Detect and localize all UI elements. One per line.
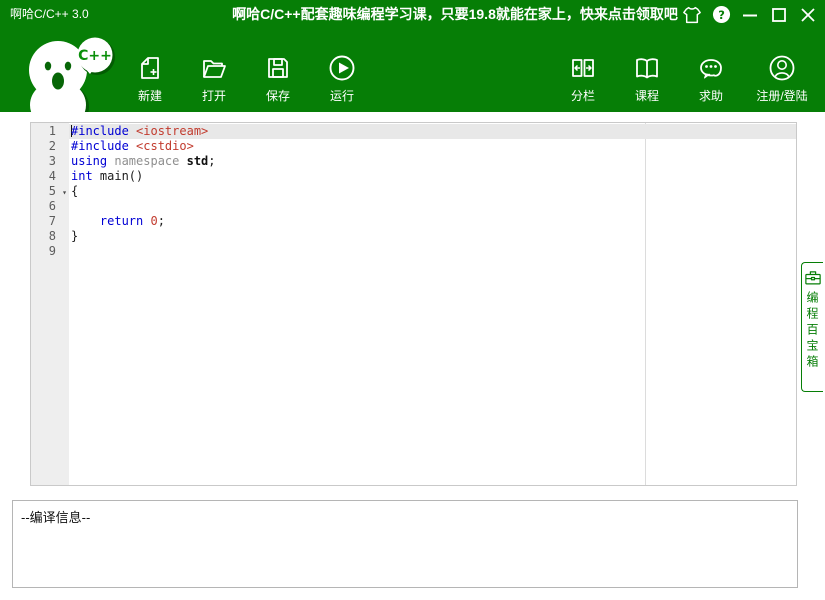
close-icon[interactable] (797, 4, 819, 26)
open-folder-icon (200, 52, 228, 84)
toolbox-icon (804, 271, 821, 285)
fold-marker-icon[interactable]: ▾ (62, 185, 67, 200)
line-number: 5 ▾ (48, 184, 67, 200)
save-button-label: 保存 (265, 89, 290, 103)
toolbox-tab-label: 编程百宝箱 (805, 291, 819, 371)
help-request-label: 求助 (698, 89, 723, 103)
line-number: 1 (48, 124, 56, 138)
code-line[interactable]: 5 ▾{ (31, 184, 796, 199)
code-text[interactable]: { (69, 184, 796, 199)
line-number: 6 (48, 199, 56, 213)
code-lines: 1 #include <iostream> 2 #include <cstdio> 3 u… (31, 124, 796, 259)
mascot-bubble-text: C++ (78, 48, 112, 64)
line-number: 8 (48, 229, 56, 243)
compile-output-panel: --编译信息-- (12, 500, 798, 588)
help-icon[interactable]: ? (710, 4, 732, 26)
line-number: 2 (48, 139, 56, 153)
window-title: 啊哈C/C++ 3.0 (10, 7, 89, 21)
save-button[interactable]: 保存 (246, 50, 310, 107)
svg-text:?: ? (718, 8, 725, 22)
code-line[interactable]: 2 #include <cstdio> (31, 139, 796, 154)
code-editor[interactable]: 1 #include <iostream> 2 #include <cstdio> 3 u… (30, 122, 797, 486)
code-text[interactable]: return 0; (69, 214, 796, 229)
save-icon (264, 52, 292, 84)
skin-icon[interactable] (681, 4, 703, 26)
app-window: 啊哈C/C++ 3.0 啊哈C/C++配套趣味编程学习课，只要19.8就能在家上… (0, 0, 825, 600)
line-number: 9 (48, 244, 56, 258)
title-bar: 啊哈C/C++ 3.0 啊哈C/C++配套趣味编程学习课，只要19.8就能在家上… (0, 0, 825, 29)
line-number: 3 (48, 154, 56, 168)
code-text[interactable]: using namespace std; (69, 154, 796, 169)
code-text[interactable]: #include <iostream> (69, 124, 796, 139)
toolbox-side-tab[interactable]: 编程百宝箱 (801, 262, 823, 392)
new-button-label: 新建 (137, 89, 162, 103)
split-columns-label: 分栏 (570, 89, 595, 103)
compile-output-message: --编译信息-- (21, 510, 91, 525)
courses-button[interactable]: 课程 (615, 50, 679, 107)
login-button[interactable]: 注册/登陆 (743, 50, 821, 107)
mascot-logo: C++ (29, 37, 115, 112)
code-text[interactable] (69, 244, 796, 259)
window-controls: ? (681, 0, 819, 29)
new-button[interactable]: 新建 (118, 50, 182, 107)
code-line[interactable]: 7 return 0; (31, 214, 796, 229)
toolbar: C++ 新建 打开 保存 运行 分栏 课程 求助 注册/登陆 (0, 29, 825, 112)
split-columns-icon (569, 52, 597, 84)
line-number: 4 (48, 169, 56, 183)
run-icon (328, 52, 356, 84)
line-number: 7 (48, 214, 56, 228)
help-request-button[interactable]: 求助 (679, 50, 743, 107)
toolbar-right-group: 分栏 课程 求助 注册/登陆 (551, 50, 821, 107)
login-label: 注册/登陆 (756, 89, 808, 103)
code-text[interactable] (69, 199, 796, 214)
courses-label: 课程 (634, 89, 659, 103)
promo-banner[interactable]: 啊哈C/C++配套趣味编程学习课，只要19.8就能在家上，快来点击领取吧 (225, 0, 685, 29)
run-button-label: 运行 (329, 89, 354, 103)
new-file-icon (136, 52, 164, 84)
book-icon (633, 52, 661, 84)
code-text[interactable]: } (69, 229, 796, 244)
code-line[interactable]: 3 using namespace std; (31, 154, 796, 169)
open-button[interactable]: 打开 (182, 50, 246, 107)
code-line[interactable]: 6 (31, 199, 796, 214)
split-columns-button[interactable]: 分栏 (551, 50, 615, 107)
maximize-icon[interactable] (768, 4, 790, 26)
minimize-icon[interactable] (739, 4, 761, 26)
code-text[interactable]: #include <cstdio> (69, 139, 796, 154)
run-button[interactable]: 运行 (310, 50, 374, 107)
code-line[interactable]: 9 (31, 244, 796, 259)
open-button-label: 打开 (201, 89, 226, 103)
user-login-icon (768, 52, 796, 84)
code-line[interactable]: 8} (31, 229, 796, 244)
code-line[interactable]: 1 #include <iostream> (31, 124, 796, 139)
toolbar-file-group: 新建 打开 保存 运行 (118, 50, 374, 107)
chat-help-icon (697, 52, 725, 84)
code-line[interactable]: 4 int main() (31, 169, 796, 184)
code-text[interactable]: int main() (69, 169, 796, 184)
